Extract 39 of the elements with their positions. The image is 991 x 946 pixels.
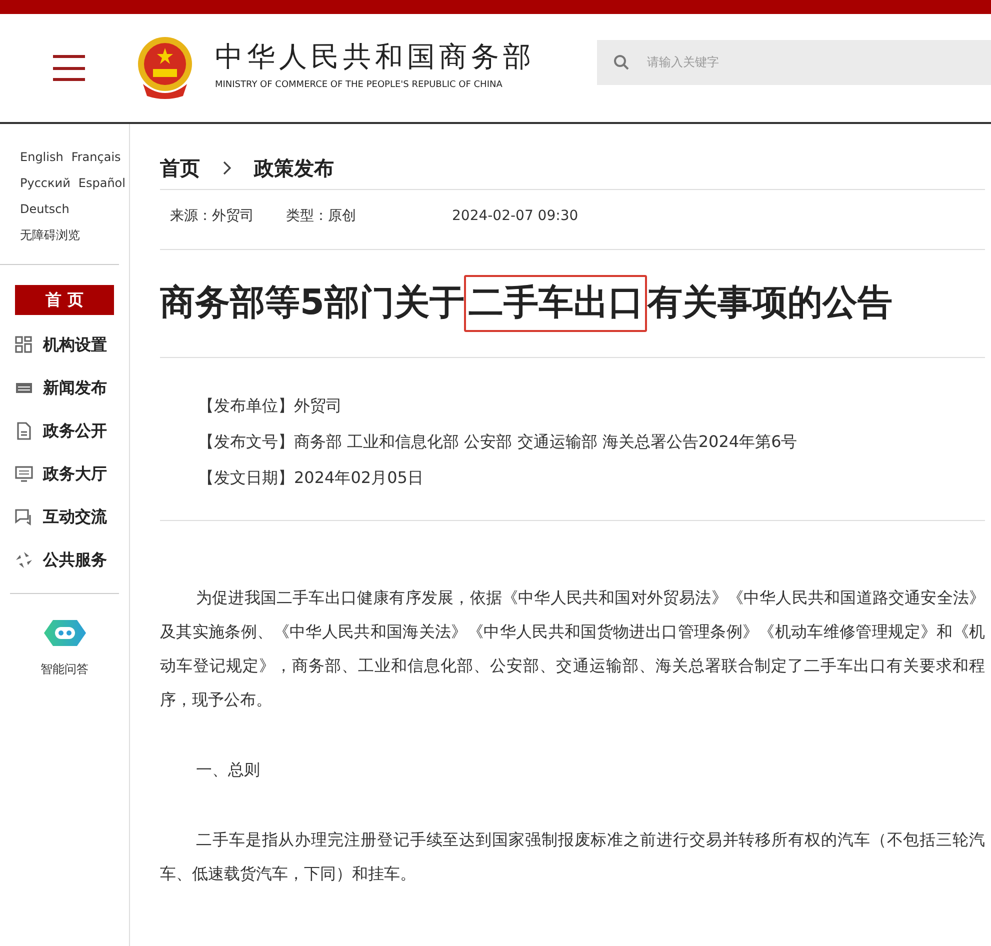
document-icon bbox=[15, 422, 33, 440]
nav-link[interactable]: 政务大厅 bbox=[43, 462, 107, 486]
site-subtitle: MINISTRY OF COMMERCE OF THE PEOPLE'S REPUBLIC OF CHINA bbox=[215, 79, 504, 92]
arrows-icon bbox=[15, 550, 33, 568]
emblem-icon bbox=[135, 36, 195, 100]
search-icon bbox=[613, 54, 629, 70]
nav-link[interactable]: 公共服务 bbox=[43, 548, 107, 572]
chevron-right-icon bbox=[222, 160, 232, 176]
article-title: 商务部等5部门关于二手车出口 有关事项的公告 bbox=[160, 250, 985, 358]
nav-link[interactable]: 新闻发布 bbox=[43, 376, 107, 400]
language-link[interactable]: Français bbox=[71, 148, 121, 166]
accessibility-link[interactable]: 无障碍浏览 bbox=[20, 226, 99, 244]
meta-text: 来源：外贸司 bbox=[170, 207, 254, 226]
nav-link[interactable]: 互动交流 bbox=[43, 504, 107, 528]
body-paragraph: 二手车是指从办理完注册登记手续至达到国家强制报废标准之前进行交易并转移所有权的汽车（不包括三轮汽车、低速载货汽车，下同）和挂车。 bbox=[160, 829, 985, 885]
language-link[interactable]: Русский bbox=[20, 174, 70, 192]
breadcrumb-link[interactable]: 政策发布 bbox=[254, 152, 334, 182]
robot-icon[interactable] bbox=[42, 618, 86, 648]
body-paragraph: 为促进我国二手车出口健康有序发展，依据《中华人民共和国对外贸易法》《中华人民共和国道路交通安全法》及其实施条例、《中华人民共和国海关法》《中华人民共和国货物进出口管理条例》《机动车维修管理规定》和《机动车登记规定》，商务部、工业和信息化部、公安部、交通运输部、海关总署联合制定了二手车出口有关要求和程序，现予公布。 bbox=[160, 587, 985, 711]
nav-link[interactable]: 政务公开 bbox=[43, 418, 107, 442]
menu-icon[interactable] bbox=[53, 55, 85, 81]
assistant-label[interactable]: 智能问答 bbox=[40, 660, 88, 678]
info-line: 【发布文号】商务部 工业和信息化部 公安部 交通运输部 海关总署公告2024年第6号 bbox=[198, 431, 798, 453]
breadcrumb-link[interactable]: 首页 bbox=[160, 152, 200, 182]
publish-date: 2024-02-07 09:30 bbox=[452, 207, 578, 226]
grid-icon bbox=[15, 336, 33, 354]
section-heading: 一、总则 bbox=[195, 759, 261, 781]
info-line: 【发文日期】2024年02月05日 bbox=[198, 467, 424, 489]
nav-link[interactable]: 机构设置 bbox=[43, 332, 107, 356]
language-link[interactable]: Español bbox=[78, 174, 126, 192]
site-title: 中华人民共和国商务部 bbox=[215, 43, 535, 72]
chat-icon bbox=[15, 508, 33, 526]
monitor-icon bbox=[15, 464, 33, 482]
home-button[interactable]: 首 页 bbox=[15, 285, 114, 315]
language-link[interactable]: Deutsch bbox=[20, 200, 70, 218]
meta-text: 类型：原创 bbox=[286, 207, 356, 226]
search-field[interactable]: 请输入关键字 bbox=[597, 40, 991, 84]
language-link[interactable]: English bbox=[20, 148, 64, 166]
info-line: 【发布单位】外贸司 bbox=[198, 395, 343, 417]
